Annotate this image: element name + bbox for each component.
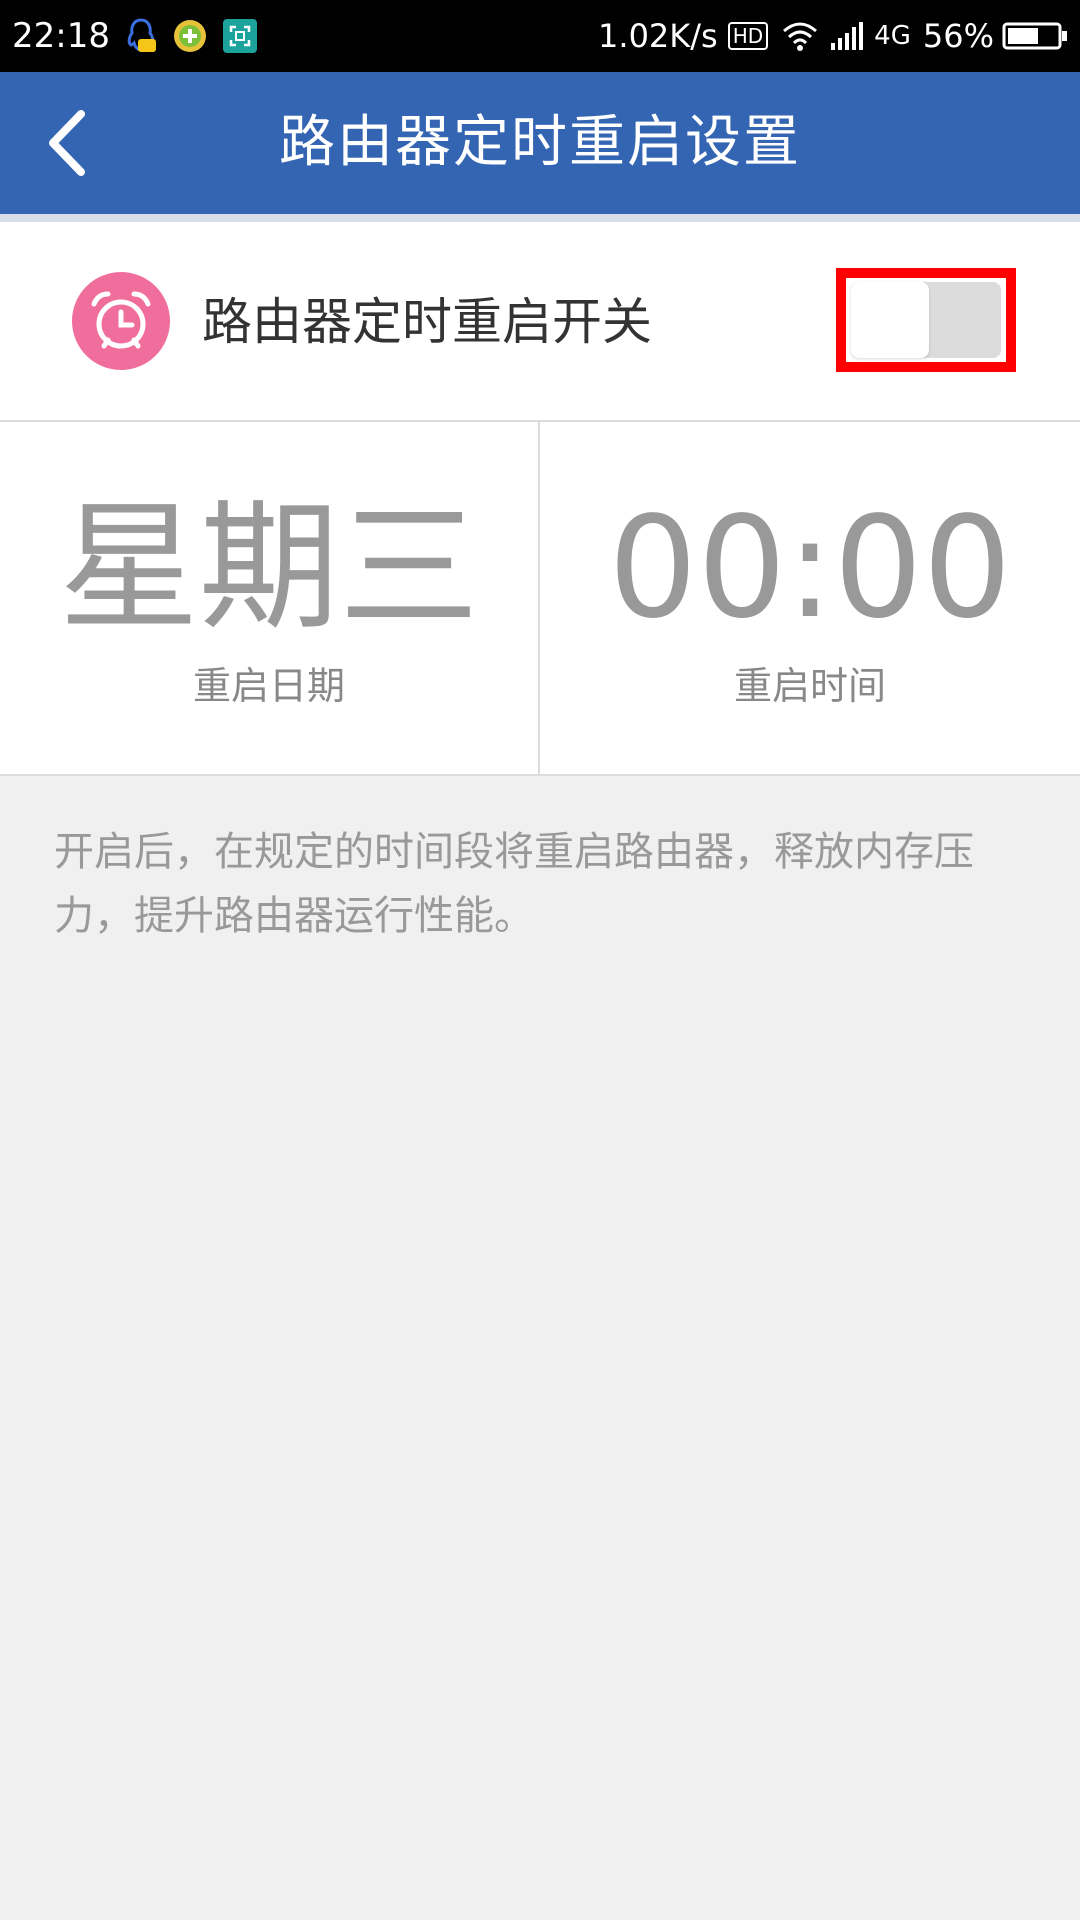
battery-percent: 56%: [922, 17, 994, 55]
status-bar: 22:18 1.02K/s HD 4G 56%: [0, 0, 1080, 72]
reboot-switch-highlight[interactable]: [836, 268, 1016, 372]
status-bar-right: 1.02K/s HD 4G 56%: [586, 17, 1068, 55]
hd-badge: HD: [727, 22, 769, 50]
screenshot-notification-icon: [222, 18, 258, 54]
hd-badge-label: HD: [732, 24, 764, 48]
app-bar-divider: [0, 214, 1080, 222]
wifi-icon: [782, 21, 818, 51]
add-app-notification-icon: [172, 18, 208, 54]
page-title: 路由器定时重启设置: [279, 110, 801, 175]
app-bar: 路由器定时重启设置: [0, 72, 1080, 214]
status-time: 22:18: [12, 16, 110, 56]
qq-notification-icon: [124, 17, 158, 55]
reboot-schedule: 星期三 重启日期 00:00 重启时间: [0, 422, 1080, 776]
reboot-description: 开启后，在规定的时间段将重启路由器，释放内存压力，提升路由器运行性能。: [54, 829, 974, 939]
reboot-day-picker[interactable]: 星期三 重启日期: [0, 422, 540, 774]
reboot-time-value: 00:00: [608, 487, 1012, 650]
switch-thumb[interactable]: [851, 282, 929, 358]
reboot-time-label: 重启时间: [733, 664, 886, 708]
reboot-toggle-row: 路由器定时重启开关: [0, 222, 1080, 422]
chevron-left-icon: [49, 110, 85, 176]
network-type: 4G: [874, 21, 911, 51]
status-bar-left: 22:18: [12, 16, 272, 56]
back-button[interactable]: [28, 100, 108, 186]
reboot-switch[interactable]: [851, 282, 1001, 358]
signal-icon: [830, 21, 864, 51]
reboot-time-picker[interactable]: 00:00 重启时间: [540, 422, 1080, 774]
reboot-day-label: 重启日期: [192, 664, 345, 708]
network-speed: 1.02K/s: [598, 17, 718, 55]
alarm-clock-icon: [72, 272, 170, 370]
reboot-toggle-label: 路由器定时重启开关: [202, 293, 652, 351]
battery-icon: [1002, 21, 1068, 51]
reboot-day-value: 星期三: [58, 487, 479, 650]
